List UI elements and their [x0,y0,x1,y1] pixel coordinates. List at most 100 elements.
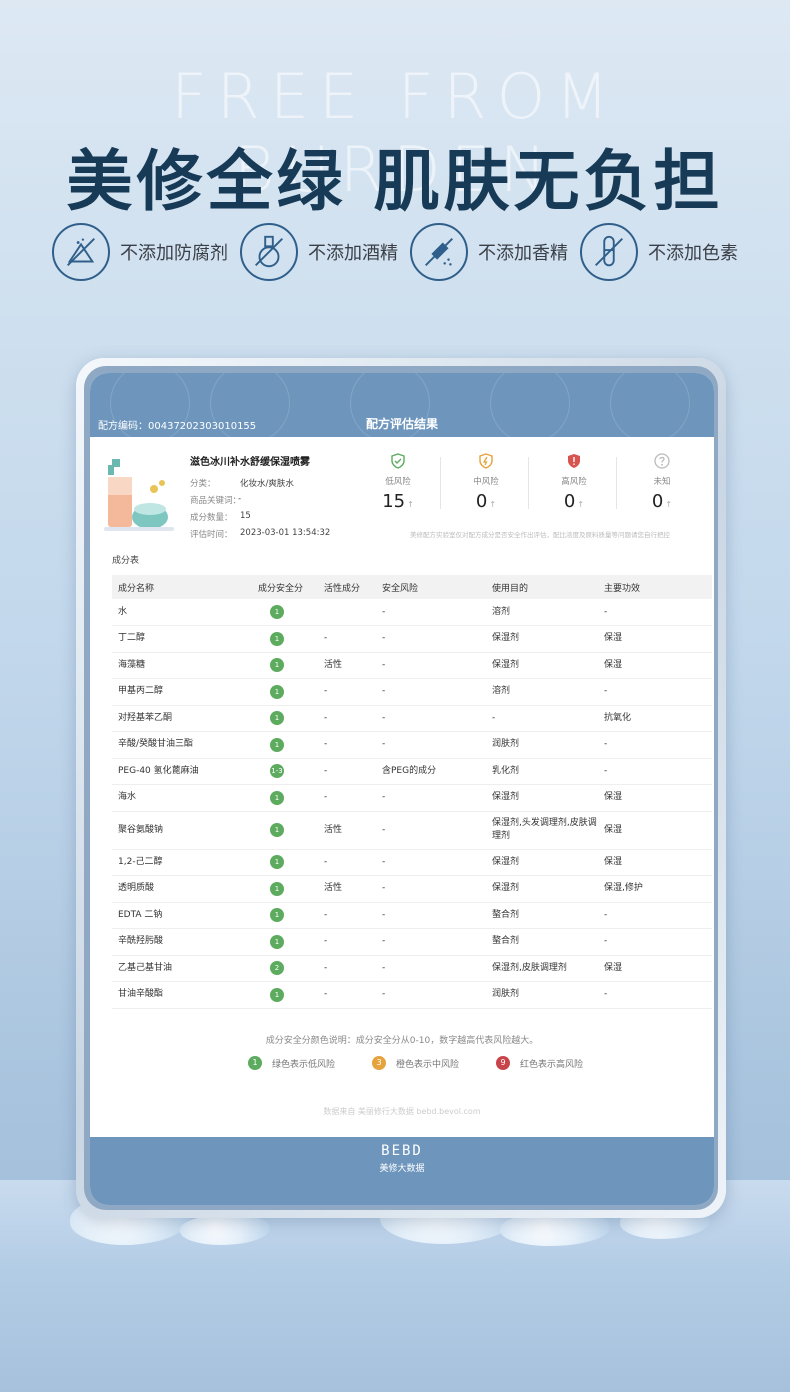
table-cell: - [318,705,376,732]
table-cell: 保湿剂 [486,652,598,679]
safety-score-badge: 1 [270,605,284,619]
table-cell: 保湿剂,皮肤调理剂 [486,955,598,982]
feature-list: 不添加防腐剂 不添加酒精 不添加香精 不添加色素 [52,222,752,282]
feature-label: 不添加防腐剂 [120,243,228,264]
safety-score-cell: 1 [252,902,318,929]
table-cell: - [376,705,486,732]
column-header: 安全风险 [376,575,486,599]
table-cell: PEG-40 氢化蓖麻油 [112,758,252,785]
safety-score-cell: 1 [252,625,318,653]
table-cell: 甲基丙二醇 [112,678,252,706]
table-row: 辛酸/癸酸甘油三酯 1- - 润肤剂 - [112,731,712,759]
table-cell: - [598,981,712,1009]
risk-high: 高风险 0 ↑ [534,453,614,512]
table-cell: - [318,902,376,929]
safety-score-badge: 1 [270,790,284,805]
risk-unknown: 未知 0 ↑ [622,453,702,512]
report-footer: BEBD 美修大数据 [90,1137,714,1205]
product-name: 滋色冰川补水舒缓保湿喷雾 [190,457,310,468]
meta-count: 成分数量： 15 [190,511,251,523]
table-cell: 保湿 [598,625,712,653]
table-cell: - [318,981,376,1009]
table-cell: 保湿剂 [486,875,598,903]
table-cell: 活性 [318,652,376,679]
meta-time: 评估时间： 2023-03-01 13:54:32 [190,528,331,540]
table-cell: 乙基己基甘油 [112,955,252,982]
shield-alert-icon [568,454,580,468]
bebd-logo: BEBD [381,1143,423,1159]
no-fragrance-icon [410,223,468,281]
table-cell: 透明质酸 [112,875,252,903]
table-cell: - [598,902,712,929]
data-source: 数据来自 美丽修行大数据 bebd.bevol.com [323,1107,481,1116]
safety-score-badge: 1-3 [270,764,284,779]
table-cell: 聚谷氨酸钠 [112,811,252,850]
ingredient-section-title: 成分表 [112,556,140,566]
table-row: PEG-40 氢化蓖麻油 1-3- 含PEG的成分 乳化剂 - [112,758,712,785]
table-cell: 润肤剂 [486,981,598,1009]
table-cell: 螯合剂 [486,902,598,929]
report-header: 配方编码：00437202303010155 配方评估结果 [90,373,714,443]
legend-title: 成分安全分颜色说明：成分安全分从0-10，数字越高代表风险越大。 [265,1036,539,1046]
table-cell: 保湿 [598,652,712,679]
legend-high: 9 红色表示高风险 [496,1056,583,1070]
table-cell: - [318,625,376,653]
safety-score-badge: 1 [270,881,284,896]
table-header-row: 成分名称 成分安全分 活性成分 安全风险 使用目的 主要功效 [112,575,712,599]
table-cell: - [318,928,376,956]
table-cell: 辛酰羟肟酸 [112,928,252,956]
table-cell: - [598,678,712,706]
safety-score-cell: 1 [252,875,318,903]
bebd-logo-subtitle: 美修大数据 [379,1164,425,1174]
safety-score-cell: 1 [252,981,318,1009]
table-cell: 甘油辛酸酯 [112,981,252,1009]
feature-no-colorant: 不添加色素 [580,222,738,282]
feature-label: 不添加香精 [478,243,568,264]
table-row: 甲基丙二醇 1- - 溶剂 - [112,678,712,706]
table-cell: - [376,731,486,759]
column-header: 使用目的 [486,575,598,599]
divider [616,457,617,509]
safety-score-cell: 1 [252,849,318,876]
no-colorant-icon [580,223,638,281]
shield-check-icon [391,453,405,469]
column-header: 主要功效 [598,575,712,599]
table-row: 水 1 - 溶剂 - [112,599,712,626]
table-cell: 保湿,修护 [598,875,712,903]
table-cell: 活性 [318,875,376,903]
table-row: 海水 1- - 保湿剂 保湿 [112,784,712,812]
feature-label: 不添加酒精 [308,243,398,264]
no-preservative-icon [52,223,110,281]
safety-score-cell: 1 [252,705,318,732]
table-cell: 保湿 [598,784,712,812]
table-cell: 保湿剂 [486,849,598,876]
divider [440,457,441,509]
table-cell: - [318,758,376,785]
safety-score-cell: 1 [252,811,318,850]
table-cell: - [376,625,486,653]
risk-medium: 中风险 0 ↑ [446,453,526,512]
table-row: 聚谷氨酸钠 1 活性 - 保湿剂,头发调理剂,皮肤调理剂 保湿 [112,811,712,850]
ingredient-table: 成分名称 成分安全分 活性成分 安全风险 使用目的 主要功效 水 1- 溶剂 - 丁二醇… [112,575,712,1009]
column-header: 成分名称 [112,575,252,599]
table-cell: - [318,731,376,759]
column-header: 活性成分 [318,575,376,599]
safety-score-cell: 1 [252,731,318,759]
safety-score-cell: 1 [252,784,318,812]
table-cell: 保湿剂,头发调理剂,皮肤调理剂 [486,811,598,850]
table-cell: - [376,599,486,626]
safety-score-badge: 1 [270,658,284,673]
assessment-note: 美修配方实验室仅对配方成分是否安全作出评估，配比浓度及原料质量等问题请您自行把控 [410,531,670,539]
table-cell: - [598,928,712,956]
safety-score-cell: 1-3 [252,758,318,785]
risk-low: 低风险 15 ↑ [358,453,438,512]
table-row: 甘油辛酸酯 1- - 润肤剂 - [112,981,712,1009]
table-row: 对羟基苯乙酮 1- - - 抗氧化 [112,705,712,732]
safety-score-badge: 1 [270,934,284,949]
table-cell: - [376,849,486,876]
safety-score-badge: 1 [270,908,284,923]
report-title: 配方评估结果 [365,417,438,431]
table-row: 辛酰羟肟酸 1- - 螯合剂 - [112,928,712,956]
table-cell: - [376,928,486,956]
table-row: 海藻糖 1 活性 - 保湿剂 保湿 [112,652,712,679]
